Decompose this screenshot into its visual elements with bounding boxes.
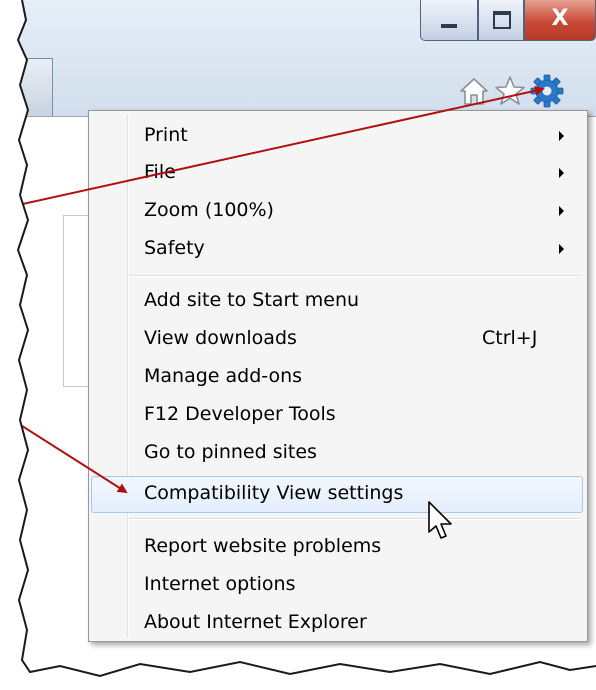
menu-separator (129, 275, 581, 277)
submenu-arrow-icon (559, 206, 564, 216)
submenu-arrow-icon (559, 168, 564, 178)
maximize-icon (493, 11, 511, 29)
close-button[interactable]: X (524, 0, 596, 41)
menu-item-label: View downloads (144, 327, 297, 349)
menu-item-manage-add-ons[interactable]: Manage add-ons (91, 359, 583, 396)
window-caption-buttons: X (420, 0, 596, 44)
menu-item-go-to-pinned-sites[interactable]: Go to pinned sites (91, 435, 583, 472)
menu-item-label: Zoom (100%) (144, 199, 274, 221)
menu-item-internet-options[interactable]: Internet options (91, 567, 583, 604)
menu-item-report-website-problems[interactable]: Report website problems (91, 529, 583, 566)
browser-tab[interactable] (22, 58, 53, 118)
menu-item-add-site-to-start-menu[interactable]: Add site to Start menu (91, 283, 583, 320)
minimize-icon (441, 24, 457, 28)
menu-item-label: Manage add-ons (144, 365, 303, 387)
home-icon[interactable] (457, 74, 491, 108)
menu-item-view-downloads[interactable]: View downloads Ctrl+J (91, 321, 583, 358)
menu-item-safety[interactable]: Safety (91, 231, 583, 268)
menu-item-print[interactable]: Print (91, 118, 583, 155)
mouse-cursor-icon (428, 501, 452, 539)
tools-menu: Print File Zoom (100%) Safety Add site t… (88, 110, 588, 642)
menu-item-file[interactable]: File (91, 155, 583, 192)
menu-item-about-internet-explorer[interactable]: About Internet Explorer (91, 605, 583, 642)
submenu-arrow-icon (559, 244, 564, 254)
menu-item-compatibility-view-settings[interactable]: Compatibility View settings (91, 476, 583, 513)
menu-item-label: Compatibility View settings (144, 482, 404, 504)
favorites-star-icon[interactable] (493, 74, 527, 108)
close-icon: X (551, 6, 569, 31)
submenu-arrow-icon (559, 131, 564, 141)
menu-item-label: About Internet Explorer (144, 611, 367, 633)
menu-item-label: Add site to Start menu (144, 289, 360, 311)
menu-item-label: Go to pinned sites (144, 441, 317, 463)
menu-item-label: Print (144, 124, 188, 146)
menu-item-developer-tools[interactable]: F12 Developer Tools (91, 397, 583, 434)
minimize-button[interactable] (420, 0, 478, 41)
menu-item-label: F12 Developer Tools (144, 403, 336, 425)
menu-item-label: File (144, 161, 176, 183)
menu-separator (129, 518, 581, 520)
tools-gear-icon[interactable] (530, 74, 564, 108)
menu-item-zoom[interactable]: Zoom (100%) (91, 193, 583, 230)
maximize-button[interactable] (478, 0, 524, 41)
menu-item-shortcut: Ctrl+J (482, 327, 538, 349)
menu-item-label: Report website problems (144, 535, 382, 557)
screenshot: X Print File Zoom (100%) Safety Add site… (0, 0, 596, 690)
menu-item-label: Internet options (144, 573, 296, 595)
menu-item-label: Safety (144, 237, 205, 259)
